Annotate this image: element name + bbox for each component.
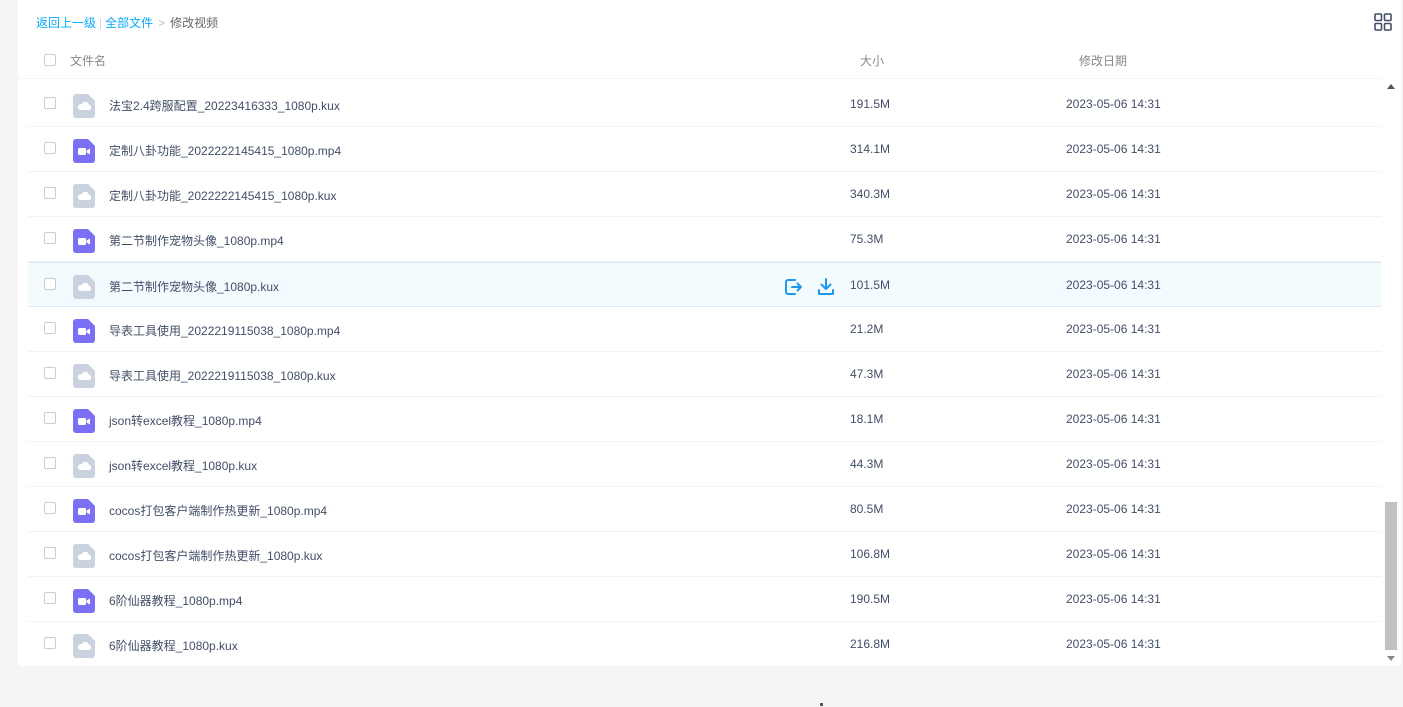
table-row[interactable]: json转excel教程_1080p.kux 44.3M 2023-05-06 14…: [28, 442, 1381, 487]
file-size: 190.5M: [850, 592, 891, 606]
table-header: 文件名 大小 修改日期: [18, 40, 1401, 79]
table-row[interactable]: cocos打包客户端制作热更新_1080p.kux 106.8M 2023-05-0…: [28, 532, 1381, 577]
file-date: 2023-05-06 14:31: [1066, 187, 1161, 201]
cloud-file-icon: [73, 275, 95, 299]
file-name[interactable]: cocos打包客户端制作热更新_1080p.kux: [109, 547, 322, 564]
breadcrumb-current: 修改视频: [170, 16, 219, 30]
file-name[interactable]: 6阶仙器教程_1080p.kux: [109, 637, 238, 654]
table-row[interactable]: cocos打包客户端制作热更新_1080p.mp4 80.5M 2023-05-06…: [28, 487, 1381, 532]
file-date: 2023-05-06 14:31: [1066, 412, 1161, 426]
file-date: 2023-05-06 14:31: [1066, 547, 1161, 561]
header-name[interactable]: 文件名: [70, 52, 106, 69]
file-name[interactable]: json转excel教程_1080p.mp4: [109, 412, 262, 429]
row-checkbox[interactable]: [44, 412, 56, 424]
video-file-icon: [73, 499, 95, 523]
video-file-icon: [73, 229, 95, 253]
scroll-up-icon[interactable]: [1387, 84, 1395, 89]
table-row[interactable]: 导表工具使用_2022219115038_1080p.kux 47.3M 2023-…: [28, 352, 1381, 397]
file-size: 75.3M: [850, 232, 884, 246]
table-row[interactable]: 6阶仙器教程_1080p.kux 216.8M 2023-05-06 14:31: [28, 622, 1381, 666]
file-size: 101.5M: [850, 278, 891, 292]
file-date: 2023-05-06 14:31: [1066, 502, 1161, 516]
file-size: 314.1M: [850, 142, 891, 156]
row-checkbox[interactable]: [44, 278, 56, 290]
row-checkbox[interactable]: [44, 322, 56, 334]
scrollbar-thumb[interactable]: [1385, 502, 1397, 650]
row-checkbox[interactable]: [44, 232, 56, 244]
file-size: 216.8M: [850, 637, 891, 651]
video-file-icon: [73, 409, 95, 433]
table-row[interactable]: 第二节制作宠物头像_1080p.kux 101.5M 2023-05-06 14:3…: [28, 262, 1381, 307]
grid-view-icon[interactable]: [1374, 13, 1392, 31]
file-size: 44.3M: [850, 457, 884, 471]
cloud-file-icon: [73, 454, 95, 478]
file-date: 2023-05-06 14:31: [1066, 142, 1161, 156]
file-size: 106.8M: [850, 547, 891, 561]
file-name[interactable]: cocos打包客户端制作热更新_1080p.mp4: [109, 502, 327, 519]
file-name[interactable]: 法宝2.4跨服配置_20223416333_1080p.kux: [109, 97, 340, 114]
row-checkbox[interactable]: [44, 547, 56, 559]
file-name[interactable]: 第二节制作宠物头像_1080p.mp4: [109, 232, 284, 249]
row-checkbox[interactable]: [44, 142, 56, 154]
file-size: 80.5M: [850, 502, 884, 516]
table-row[interactable]: 法宝2.4跨服配置_20223416333_1080p.kux 191.5M 202…: [28, 82, 1381, 127]
table-row[interactable]: json转excel教程_1080p.mp4 18.1M 2023-05-06 14…: [28, 397, 1381, 442]
cloud-file-icon: [73, 634, 95, 658]
row-checkbox[interactable]: [44, 637, 56, 649]
file-date: 2023-05-06 14:31: [1066, 367, 1161, 381]
breadcrumb-all-files-link[interactable]: 全部文件: [105, 16, 153, 30]
video-file-icon: [73, 139, 95, 163]
file-name[interactable]: 第二节制作宠物头像_1080p.kux: [109, 278, 279, 295]
cloud-file-icon: [73, 364, 95, 388]
cloud-file-icon: [73, 544, 95, 568]
file-size: 47.3M: [850, 367, 884, 381]
file-date: 2023-05-06 14:31: [1066, 592, 1161, 606]
file-size: 18.1M: [850, 412, 884, 426]
cloud-file-icon: [73, 184, 95, 208]
row-checkbox[interactable]: [44, 502, 56, 514]
file-name[interactable]: 定制八卦功能_2022222145415_1080p.kux: [109, 187, 337, 204]
cloud-file-icon: [73, 94, 95, 118]
header-date[interactable]: 修改日期: [1079, 52, 1127, 69]
file-name[interactable]: 定制八卦功能_2022222145415_1080p.mp4: [109, 142, 341, 159]
share-icon[interactable]: [783, 277, 803, 297]
scroll-down-icon[interactable]: [1387, 656, 1395, 661]
page-mark: [820, 703, 823, 706]
row-checkbox[interactable]: [44, 187, 56, 199]
download-icon[interactable]: [816, 277, 836, 297]
breadcrumb-arrow: >: [158, 16, 166, 30]
file-name[interactable]: 6阶仙器教程_1080p.mp4: [109, 592, 242, 609]
file-date: 2023-05-06 14:31: [1066, 457, 1161, 471]
table-row[interactable]: 定制八卦功能_2022222145415_1080p.mp4 314.1M 2023…: [28, 127, 1381, 172]
breadcrumb-separator: |: [99, 16, 103, 30]
file-name[interactable]: json转excel教程_1080p.kux: [109, 457, 257, 474]
video-file-icon: [73, 589, 95, 613]
select-all-checkbox[interactable]: [44, 54, 56, 66]
table-row[interactable]: 第二节制作宠物头像_1080p.mp4 75.3M 2023-05-06 14:31: [28, 217, 1381, 262]
video-file-icon: [73, 319, 95, 343]
row-checkbox[interactable]: [44, 592, 56, 604]
file-date: 2023-05-06 14:31: [1066, 97, 1161, 111]
file-browser-panel: 返回上一级 | 全部文件 > 修改视频 文件名 大小 修改日期 法宝2.4跨服配置_20…: [18, 0, 1401, 666]
breadcrumb: 返回上一级 | 全部文件 > 修改视频: [36, 14, 218, 31]
file-list: 法宝2.4跨服配置_20223416333_1080p.kux 191.5M 202…: [28, 82, 1381, 666]
row-checkbox[interactable]: [44, 97, 56, 109]
table-row[interactable]: 定制八卦功能_2022222145415_1080p.kux 340.3M 2023…: [28, 172, 1381, 217]
file-date: 2023-05-06 14:31: [1066, 232, 1161, 246]
table-row[interactable]: 导表工具使用_2022219115038_1080p.mp4 21.2M 2023-…: [28, 307, 1381, 352]
file-date: 2023-05-06 14:31: [1066, 278, 1161, 292]
file-date: 2023-05-06 14:31: [1066, 637, 1161, 651]
file-name[interactable]: 导表工具使用_2022219115038_1080p.mp4: [109, 322, 340, 339]
header-size[interactable]: 大小: [860, 52, 884, 69]
row-checkbox[interactable]: [44, 367, 56, 379]
file-size: 340.3M: [850, 187, 891, 201]
file-name[interactable]: 导表工具使用_2022219115038_1080p.kux: [109, 367, 336, 384]
scrollbar[interactable]: [1381, 78, 1401, 666]
file-size: 21.2M: [850, 322, 884, 336]
file-date: 2023-05-06 14:31: [1066, 322, 1161, 336]
file-size: 191.5M: [850, 97, 891, 111]
table-row[interactable]: 6阶仙器教程_1080p.mp4 190.5M 2023-05-06 14:31: [28, 577, 1381, 622]
breadcrumb-back-link[interactable]: 返回上一级: [36, 16, 96, 30]
row-checkbox[interactable]: [44, 457, 56, 469]
